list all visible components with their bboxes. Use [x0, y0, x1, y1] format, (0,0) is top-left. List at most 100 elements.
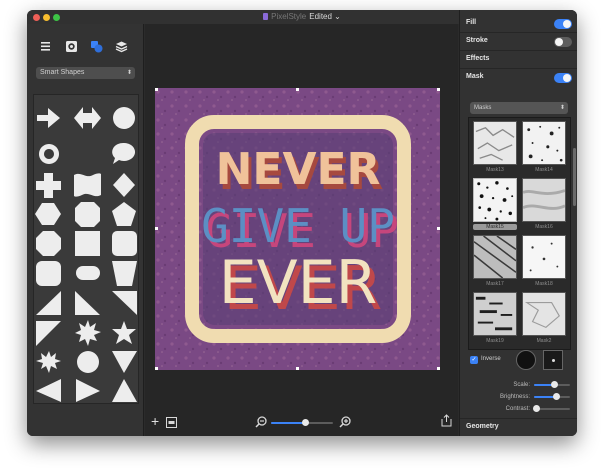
shape-octagon: [36, 231, 61, 256]
shape-category-select[interactable]: Smart Shapes ⬍: [36, 67, 135, 79]
shape-speech-bubble: [112, 142, 136, 164]
handle-bottom-left: [155, 367, 158, 370]
shape-library: [33, 94, 139, 404]
toggle-knob: [555, 38, 563, 46]
mask-item[interactable]: Mask14: [522, 121, 566, 176]
shape-crescent: [88, 144, 98, 164]
mask-row: Mask: [460, 69, 577, 87]
handle-top-left: [155, 88, 158, 91]
zoom-slider-fill: [271, 422, 305, 424]
mask-item[interactable]: Mask16: [522, 178, 566, 233]
poster-text-ever: EVER: [219, 248, 378, 318]
mask-toggle[interactable]: [554, 73, 572, 83]
mask-thumbnail: [522, 292, 566, 336]
mask-thumbnail: [473, 178, 517, 222]
mask-label: Mask14: [535, 167, 553, 173]
mask-thumbnail: [522, 178, 566, 222]
fit-canvas-icon[interactable]: [166, 417, 177, 428]
canvas-bottom-bar: +: [149, 408, 454, 436]
zoom-in-icon[interactable]: [339, 416, 351, 428]
poster-artwork[interactable]: NEVER NEVER GIVE UP GIVE UP EVER EVER: [155, 88, 440, 370]
inverse-label: Inverse: [481, 356, 501, 362]
shape-triangle-left: [36, 379, 61, 402]
mask-item[interactable]: Mask17: [473, 235, 517, 290]
shape-circle: [113, 107, 135, 129]
title-chevron-icon[interactable]: ⌄: [334, 12, 341, 21]
handle-left: [155, 227, 158, 230]
shape-triangle-up: [112, 379, 137, 402]
contrast-slider[interactable]: [533, 405, 570, 414]
effects-label: Effects: [466, 55, 490, 62]
left-toolbar: [39, 40, 135, 54]
shape-star: [112, 321, 136, 344]
shape-pentagon: [112, 202, 136, 226]
shape-rounded-square: [112, 231, 137, 256]
mask-label: Mask13: [486, 167, 504, 173]
shape-ring: [39, 144, 60, 164]
mask-label: Mask17: [486, 281, 504, 287]
inverse-checkbox[interactable]: ✓: [470, 356, 478, 364]
list-icon[interactable]: [39, 40, 52, 53]
mask-label-selected: Mask15: [473, 224, 517, 230]
shape-diamond: [113, 173, 135, 197]
stroke-toggle[interactable]: [554, 37, 572, 47]
brightness-label: Brightness:: [499, 394, 530, 400]
mask-preview-circle[interactable]: [516, 350, 536, 370]
handle-right: [437, 227, 440, 230]
poster-text-never-front: NEVER: [216, 144, 381, 195]
fill-label: Fill: [466, 19, 477, 26]
document-title[interactable]: Edited: [309, 12, 332, 21]
masks-select[interactable]: Masks ⬍: [470, 102, 568, 114]
zoom-slider-knob[interactable]: [302, 419, 309, 426]
mask-item[interactable]: Mask2: [522, 292, 566, 347]
select-arrows-icon: ⬍: [559, 105, 565, 111]
mask-thumbnail: [473, 235, 517, 279]
brightness-slider-knob[interactable]: [553, 393, 560, 400]
scale-slider-knob[interactable]: [551, 381, 558, 388]
shape-starburst-12: [36, 351, 61, 373]
app-logo-icon: [263, 13, 269, 20]
shape-square: [75, 231, 100, 256]
share-icon[interactable]: [441, 414, 452, 427]
inverse-row: ✓ Inverse: [468, 348, 574, 372]
shape-starburst-24: [77, 351, 99, 373]
mask-label: Mask: [466, 73, 484, 80]
contrast-label: Contrast:: [505, 406, 530, 412]
shape-triangle-inverted: [112, 351, 137, 373]
mask-grid-scrollbar[interactable]: [573, 148, 576, 206]
masks-select-label: Masks: [474, 105, 492, 111]
mask-label: Mask19: [486, 338, 504, 344]
mask-item[interactable]: Mask13: [473, 121, 517, 176]
shape-hexagon: [35, 203, 61, 225]
shape-triangle-right: [75, 291, 100, 315]
handle-top-right: [437, 88, 440, 91]
gear-icon[interactable]: [65, 40, 78, 53]
geometry-row[interactable]: Geometry: [460, 418, 577, 436]
shapes-icon[interactable]: [90, 40, 103, 53]
mask-label: Mask18: [535, 281, 553, 287]
brightness-slider[interactable]: [534, 393, 570, 402]
canvas-area[interactable]: NEVER NEVER GIVE UP GIVE UP EVER EVER +: [145, 24, 458, 436]
mask-label: Mask2: [536, 338, 552, 344]
layers-icon[interactable]: [115, 40, 128, 53]
toggle-knob: [563, 74, 571, 82]
mask-thumbnail: [522, 121, 566, 165]
handle-bottom: [296, 367, 299, 370]
stroke-label: Stroke: [466, 37, 488, 44]
handle-bottom-right: [437, 367, 440, 370]
shape-category-label: Smart Shapes: [40, 69, 85, 76]
effects-row[interactable]: Effects: [460, 51, 577, 69]
toggle-knob: [563, 20, 571, 28]
shape-triangle-right-up: [36, 291, 61, 315]
fill-toggle[interactable]: [554, 19, 572, 29]
add-button[interactable]: +: [151, 413, 159, 429]
right-panel: Fill Stroke Effects Mask Masks ⬍ Mask13 …: [459, 10, 577, 436]
mask-item[interactable]: Mask15: [473, 178, 517, 233]
mask-grid: Mask13 Mask14 Mask15 Mask16 Mask17 Mask1…: [468, 117, 571, 350]
mask-item[interactable]: Mask18: [522, 235, 566, 290]
contrast-slider-knob[interactable]: [533, 405, 540, 412]
zoom-out-icon[interactable]: [255, 416, 267, 428]
zoom-slider[interactable]: [271, 419, 333, 428]
mask-item[interactable]: Mask19: [473, 292, 517, 347]
scale-slider[interactable]: [534, 381, 570, 390]
